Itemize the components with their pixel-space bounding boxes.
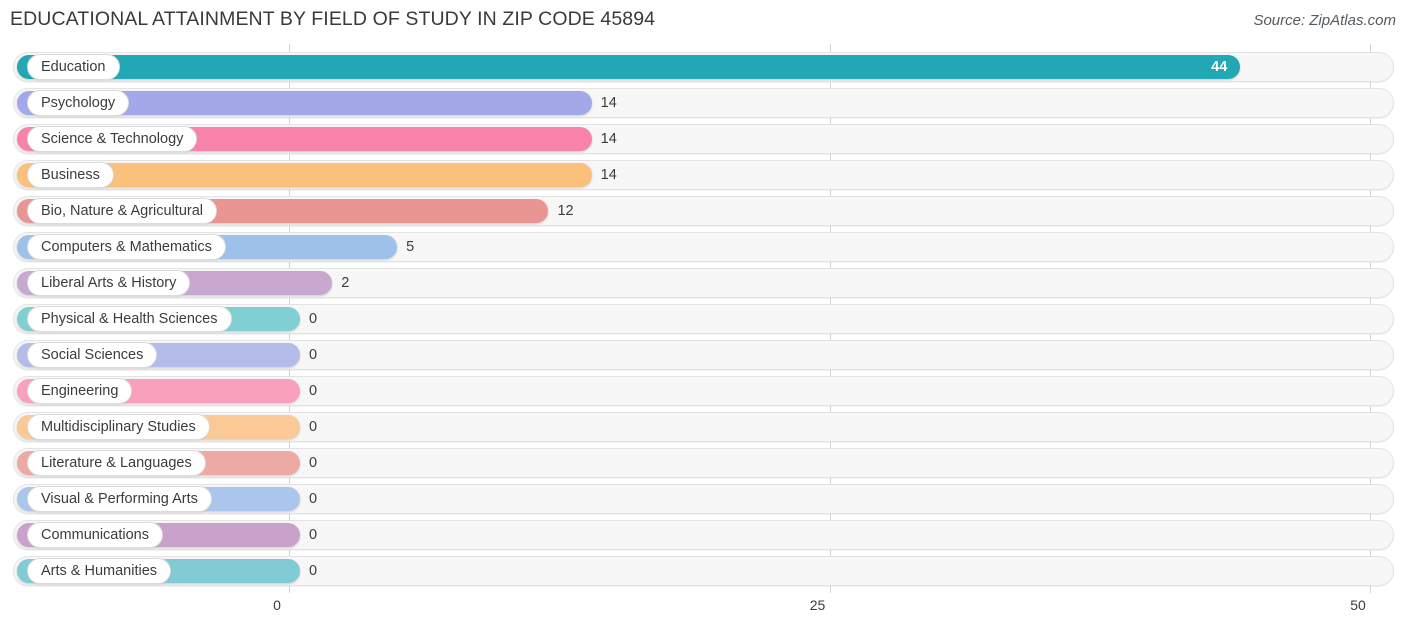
bar-value-label: 12 <box>557 203 574 219</box>
bar-row[interactable]: Multidisciplinary Studies 0 <box>13 412 1394 442</box>
category-label-pill: Literature & Languages <box>27 450 206 476</box>
category-label-pill: Social Sciences <box>27 342 158 368</box>
bar-row[interactable]: Education 44 <box>13 52 1394 82</box>
category-label: Multidisciplinary Studies <box>41 419 196 435</box>
category-label-pill: Arts & Humanities <box>27 558 172 584</box>
category-label-pill: Visual & Performing Arts <box>27 486 212 512</box>
bar-value-label: 14 <box>600 167 617 183</box>
source-attribution: Source: ZipAtlas.com <box>1253 12 1396 29</box>
category-label: Psychology <box>41 95 116 111</box>
x-tick-label: 25 <box>809 597 826 613</box>
x-axis: 0 25 50 <box>0 593 1406 631</box>
bar-row[interactable]: Social Sciences 0 <box>13 340 1394 370</box>
category-label: Bio, Nature & Agricultural <box>41 203 203 219</box>
bar-value-label: 2 <box>341 275 350 291</box>
category-label-pill: Physical & Health Sciences <box>27 306 232 332</box>
category-label: Arts & Humanities <box>41 563 158 579</box>
bar-row[interactable]: Bio, Nature & Agricultural 12 <box>13 196 1394 226</box>
category-label-pill: Computers & Mathematics <box>27 234 226 260</box>
bar-row[interactable]: Business 14 <box>13 160 1394 190</box>
category-label-pill: Communications <box>27 522 163 548</box>
bar-row[interactable]: Physical & Health Sciences 0 <box>13 304 1394 334</box>
category-label: Physical & Health Sciences <box>41 311 218 327</box>
category-label: Engineering <box>41 383 119 399</box>
bar-row[interactable]: Visual & Performing Arts 0 <box>13 484 1394 514</box>
bar-row[interactable]: Science & Technology 14 <box>13 124 1394 154</box>
bar-value-label: 0 <box>309 347 318 363</box>
bar-value-label: 14 <box>600 95 617 111</box>
category-label: Visual & Performing Arts <box>41 491 198 507</box>
bar-value-label: 14 <box>600 131 617 147</box>
category-label: Business <box>41 167 100 183</box>
bar-value-label: 5 <box>406 239 415 255</box>
category-label-pill: Psychology <box>27 90 130 116</box>
bar-value-label: 0 <box>309 311 318 327</box>
category-label: Literature & Languages <box>41 455 192 471</box>
bar-value-label: 0 <box>309 455 318 471</box>
x-tick-label: 50 <box>1350 597 1366 613</box>
chart-header: EDUCATIONAL ATTAINMENT BY FIELD OF STUDY… <box>0 0 1406 44</box>
bar-value-label: 0 <box>309 383 318 399</box>
bar-value-label: 44 <box>1211 59 1228 75</box>
bar-row[interactable]: Literature & Languages 0 <box>13 448 1394 478</box>
bar-value-label: 0 <box>309 527 318 543</box>
category-label-pill: Education <box>27 54 120 80</box>
x-tick-label: 0 <box>273 597 281 613</box>
bar-row[interactable]: Engineering 0 <box>13 376 1394 406</box>
category-label: Liberal Arts & History <box>41 275 177 291</box>
chart-plot-area: Education 44 Psychology 14 Science & Technol… <box>0 44 1406 593</box>
category-label-pill: Science & Technology <box>27 126 198 152</box>
bar-value-label: 0 <box>309 491 318 507</box>
bar-row[interactable]: Liberal Arts & History 2 <box>13 268 1394 298</box>
bar-row[interactable]: Computers & Mathematics 5 <box>13 232 1394 262</box>
category-label: Social Sciences <box>41 347 144 363</box>
bar-value-label: 0 <box>309 563 318 579</box>
bar-row[interactable]: Arts & Humanities 0 <box>13 556 1394 586</box>
category-label-pill: Liberal Arts & History <box>27 270 191 296</box>
bar-value-label: 0 <box>309 419 318 435</box>
category-label: Education <box>41 59 106 75</box>
category-label-pill: Multidisciplinary Studies <box>27 414 210 440</box>
bar-row[interactable]: Psychology 14 <box>13 88 1394 118</box>
bar-fill <box>17 55 1241 79</box>
category-label: Computers & Mathematics <box>41 239 212 255</box>
category-label-pill: Bio, Nature & Agricultural <box>27 198 217 224</box>
page-title: EDUCATIONAL ATTAINMENT BY FIELD OF STUDY… <box>10 8 656 30</box>
bar-row[interactable]: Communications 0 <box>13 520 1394 550</box>
category-label-pill: Engineering <box>27 378 133 404</box>
category-label: Communications <box>41 527 149 543</box>
category-label-pill: Business <box>27 162 114 188</box>
category-label: Science & Technology <box>41 131 184 147</box>
